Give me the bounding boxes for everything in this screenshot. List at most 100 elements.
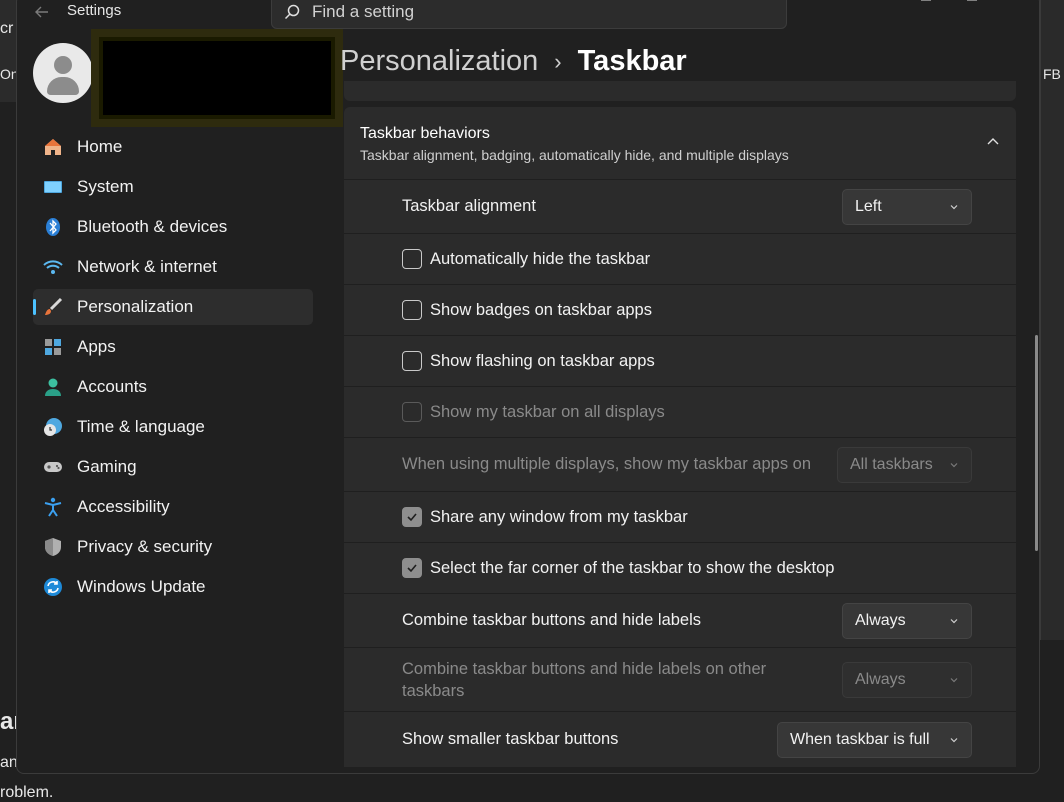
combine-other-dropdown: Always — [842, 661, 972, 698]
avatar-body — [47, 77, 79, 95]
sidebar-item-label: Network & internet — [77, 257, 217, 276]
setting-label: Select the far corner of the taskbar to … — [430, 558, 835, 577]
previous-section-card — [344, 81, 1016, 101]
sidebar-item-windows-update[interactable]: Windows Update — [33, 569, 313, 605]
sidebar-item-apps[interactable]: Apps — [33, 329, 313, 365]
chevron-up-icon[interactable] — [986, 135, 1000, 149]
sidebar-item-label: Privacy & security — [77, 537, 213, 556]
smaller-buttons-dropdown[interactable]: When taskbar is full — [777, 721, 972, 758]
auto-hide-checkbox[interactable] — [402, 249, 422, 269]
dropdown-value: All taskbars — [850, 455, 933, 473]
apps-icon — [43, 337, 63, 357]
sidebar-item-privacy[interactable]: Privacy & security — [33, 529, 313, 565]
sidebar-item-label: Time & language — [77, 417, 205, 436]
redaction-box — [99, 37, 335, 119]
sidebar-item-system[interactable]: System — [33, 169, 313, 205]
chevron-down-icon — [950, 204, 958, 209]
chevron-down-icon — [950, 618, 958, 623]
setting-label: Combine taskbar buttons and hide labels … — [402, 659, 767, 700]
setting-label: Taskbar alignment — [402, 197, 536, 215]
wifi-icon — [43, 257, 63, 277]
chevron-down-icon — [950, 737, 958, 742]
sidebar-item-label: Personalization — [77, 297, 194, 316]
setting-row-badges[interactable]: Show badges on taskbar apps — [344, 284, 1016, 335]
home-icon — [43, 137, 63, 157]
app-title: Settings — [67, 2, 122, 19]
dropdown-value: Always — [855, 670, 906, 688]
setting-row-smaller-buttons: Show smaller taskbar buttons When taskba… — [344, 711, 1016, 767]
chevron-down-icon — [950, 462, 958, 467]
sidebar-item-label: Gaming — [77, 457, 137, 476]
share-window-checkbox[interactable] — [402, 507, 422, 527]
sidebar-item-bluetooth[interactable]: Bluetooth & devices — [33, 209, 313, 245]
background-fragment: cr — [0, 20, 14, 37]
sidebar-item-label: Apps — [77, 337, 116, 356]
section-subtitle: Taskbar alignment, badging, automaticall… — [360, 147, 789, 163]
back-arrow-icon — [35, 6, 48, 18]
background-text: roblem. — [0, 784, 54, 801]
setting-row-share-window[interactable]: Share any window from my taskbar — [344, 491, 1016, 542]
accessibility-icon — [43, 497, 63, 517]
sidebar-item-gaming[interactable]: Gaming — [33, 449, 313, 485]
breadcrumb-parent[interactable]: Personalization — [340, 45, 538, 78]
setting-row-auto-hide[interactable]: Automatically hide the taskbar — [344, 233, 1016, 284]
flashing-checkbox[interactable] — [402, 351, 422, 371]
far-corner-checkbox[interactable] — [402, 558, 422, 578]
setting-row-alignment: Taskbar alignment Left — [344, 179, 1016, 233]
dropdown-value: When taskbar is full — [790, 730, 930, 748]
setting-label: Show badges on taskbar apps — [430, 300, 652, 319]
setting-row-far-corner[interactable]: Select the far corner of the taskbar to … — [344, 542, 1016, 593]
search-input[interactable]: Find a setting — [271, 0, 787, 29]
sidebar-item-home[interactable]: Home — [33, 129, 313, 165]
close-icon — [1013, 0, 1023, 5]
setting-row-all-displays: Show my taskbar on all displays — [344, 386, 1016, 437]
setting-label: Show flashing on taskbar apps — [430, 351, 655, 370]
clock-globe-icon — [43, 417, 63, 437]
sidebar-item-label: Accessibility — [77, 497, 170, 516]
sidebar-item-accounts[interactable]: Accounts — [33, 369, 313, 405]
avatar[interactable] — [33, 43, 93, 103]
setting-row-flashing[interactable]: Show flashing on taskbar apps — [344, 335, 1016, 386]
section-title: Taskbar behaviors — [360, 125, 490, 142]
setting-label: Share any window from my taskbar — [430, 507, 688, 526]
back-button[interactable] — [31, 1, 53, 23]
breadcrumb-separator: › — [554, 48, 562, 74]
background-fragment: FB — [1043, 66, 1061, 82]
dropdown-value: Always — [855, 611, 906, 629]
close-button[interactable] — [995, 0, 1039, 7]
settings-content: Taskbar behaviors Taskbar alignment, bad… — [344, 81, 1016, 767]
multi-display-dropdown: All taskbars — [837, 446, 972, 483]
minimize-icon — [921, 0, 931, 1]
checkmark-icon — [407, 564, 417, 573]
sidebar-item-personalization[interactable]: Personalization — [33, 289, 313, 325]
redacted-account-info — [91, 29, 343, 127]
alignment-dropdown[interactable]: Left — [842, 188, 972, 225]
setting-row-combine-other: Combine taskbar buttons and hide labels … — [344, 647, 1016, 711]
background-right-panel: FB — [1040, 0, 1064, 640]
sidebar-item-network[interactable]: Network & internet — [33, 249, 313, 285]
sidebar-item-accessibility[interactable]: Accessibility — [33, 489, 313, 525]
update-icon — [43, 577, 63, 597]
page-title: Taskbar — [577, 45, 687, 77]
sidebar-item-label: Accounts — [77, 377, 147, 396]
shield-icon — [43, 537, 63, 557]
sidebar-item-label: Windows Update — [77, 577, 206, 596]
sidebar-item-label: Home — [77, 137, 123, 156]
search-icon — [284, 4, 300, 20]
search-placeholder: Find a setting — [312, 2, 415, 21]
content-scrollbar[interactable] — [1035, 335, 1038, 551]
setting-label: Automatically hide the taskbar — [430, 249, 651, 268]
sidebar-item-label: System — [77, 177, 134, 196]
sidebar-item-time-language[interactable]: Time & language — [33, 409, 313, 445]
section-header-taskbar-behaviors[interactable]: Taskbar behaviors Taskbar alignment, bad… — [344, 107, 1016, 179]
badges-checkbox[interactable] — [402, 300, 422, 320]
avatar-head — [54, 56, 72, 74]
breadcrumb: Personalization › Taskbar — [340, 45, 687, 78]
maximize-button[interactable] — [949, 0, 995, 7]
all-displays-checkbox — [402, 402, 422, 422]
setting-row-multi-display: When using multiple displays, show my ta… — [344, 437, 1016, 491]
bluetooth-icon — [43, 217, 63, 237]
minimize-button[interactable] — [903, 0, 949, 7]
setting-row-combine: Combine taskbar buttons and hide labels … — [344, 593, 1016, 647]
combine-dropdown[interactable]: Always — [842, 602, 972, 639]
